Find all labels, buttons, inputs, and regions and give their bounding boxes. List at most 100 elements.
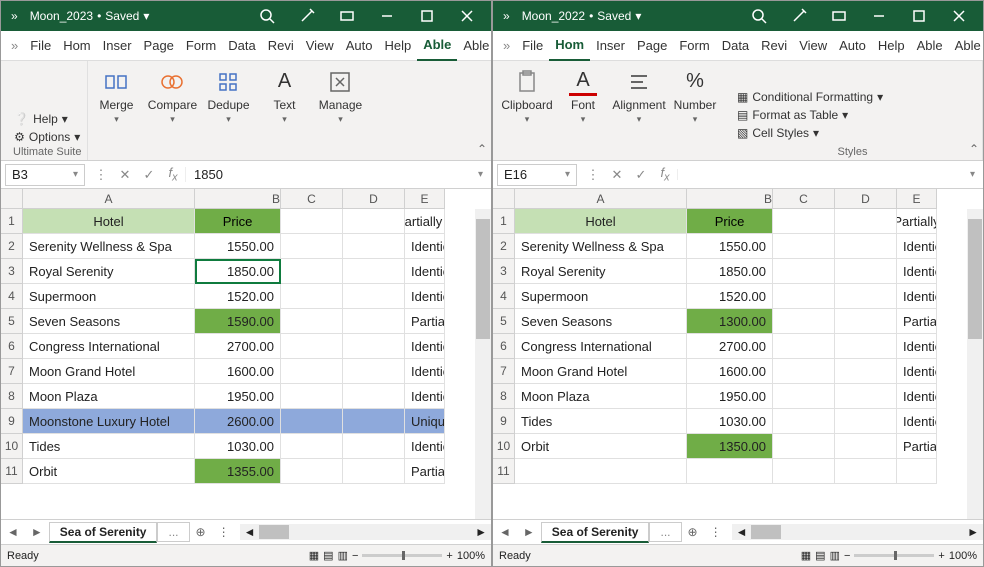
cell[interactable]: [773, 334, 835, 359]
cell[interactable]: [343, 409, 405, 434]
row-header[interactable]: 4: [493, 284, 515, 309]
cell[interactable]: Congress International: [23, 334, 195, 359]
cell[interactable]: [343, 384, 405, 409]
cell[interactable]: [773, 209, 835, 234]
cell[interactable]: [281, 309, 343, 334]
cell[interactable]: [773, 359, 835, 384]
doc-title[interactable]: Moon_2023 • Saved ▾: [24, 9, 156, 23]
cell[interactable]: 1850.00: [195, 259, 281, 284]
cell[interactable]: 1030.00: [195, 434, 281, 459]
cell[interactable]: 1850.00: [687, 259, 773, 284]
zoom-level[interactable]: 100%: [457, 550, 485, 562]
options-button[interactable]: ⚙Options ▾: [14, 130, 80, 144]
cell[interactable]: [897, 459, 937, 484]
cell[interactable]: 1550.00: [687, 234, 773, 259]
tab-file[interactable]: File: [516, 31, 549, 61]
cell[interactable]: Serenity Wellness & Spa: [515, 234, 687, 259]
cell[interactable]: Moon Plaza: [23, 384, 195, 409]
page-layout-icon[interactable]: ▤: [815, 549, 825, 562]
tab-ablebits2[interactable]: Able: [457, 31, 495, 61]
fx-icon[interactable]: fx: [653, 165, 677, 184]
cell[interactable]: Partially d: [405, 209, 445, 234]
col-header[interactable]: A: [23, 189, 195, 209]
cell[interactable]: 1550.00: [195, 234, 281, 259]
cell[interactable]: Identical: [897, 259, 937, 284]
cell[interactable]: Partially d: [897, 309, 937, 334]
cell[interactable]: Royal Serenity: [515, 259, 687, 284]
cell[interactable]: [281, 234, 343, 259]
manage-button[interactable]: Manage▾: [312, 61, 368, 131]
cell[interactable]: [773, 384, 835, 409]
alignment-button[interactable]: Alignment▾: [611, 61, 667, 131]
tab-insert[interactable]: Inser: [590, 31, 631, 61]
row-header[interactable]: 7: [493, 359, 515, 384]
cell[interactable]: Identical: [897, 409, 937, 434]
cell[interactable]: Supermoon: [23, 284, 195, 309]
cell[interactable]: [835, 409, 897, 434]
row-header[interactable]: 9: [493, 409, 515, 434]
cell[interactable]: Seven Seasons: [23, 309, 195, 334]
cell[interactable]: [687, 459, 773, 484]
formula-input[interactable]: ▾: [677, 169, 983, 180]
cell[interactable]: Partially d: [897, 434, 937, 459]
format-table-button[interactable]: ▤Format as Table ▾: [737, 108, 848, 122]
row-header[interactable]: 2: [1, 234, 23, 259]
cell[interactable]: [773, 434, 835, 459]
fx-icon[interactable]: fx: [161, 165, 185, 184]
cell[interactable]: [343, 309, 405, 334]
dedupe-button[interactable]: Dedupe▾: [200, 61, 256, 131]
tab-automate[interactable]: Auto: [833, 31, 872, 61]
select-all-corner[interactable]: [493, 189, 515, 209]
close-button[interactable]: [939, 1, 979, 31]
tab-view[interactable]: View: [300, 31, 340, 61]
cell[interactable]: Identical: [405, 359, 445, 384]
search-icon[interactable]: [739, 1, 779, 31]
cell[interactable]: Partially: [897, 209, 937, 234]
row-header[interactable]: 11: [1, 459, 23, 484]
cell[interactable]: [773, 284, 835, 309]
cell[interactable]: Congress International: [515, 334, 687, 359]
tab-page[interactable]: Page: [138, 31, 180, 61]
zoom-in-icon[interactable]: +: [938, 550, 944, 562]
cell[interactable]: [835, 259, 897, 284]
cell[interactable]: 1355.00: [195, 459, 281, 484]
close-button[interactable]: [447, 1, 487, 31]
cell[interactable]: 2700.00: [195, 334, 281, 359]
cell[interactable]: Supermoon: [515, 284, 687, 309]
cancel-icon[interactable]: ✕: [113, 167, 137, 183]
cell[interactable]: [835, 459, 897, 484]
page-break-icon[interactable]: ▥: [338, 549, 348, 562]
cell[interactable]: [281, 334, 343, 359]
cell[interactable]: 1520.00: [195, 284, 281, 309]
row-header[interactable]: 10: [493, 434, 515, 459]
tab-ablebits2[interactable]: Able: [949, 31, 984, 61]
sheet-nav-next[interactable]: ►: [25, 525, 49, 539]
number-button[interactable]: %Number▾: [667, 61, 723, 131]
header-cell[interactable]: Price: [687, 209, 773, 234]
cell[interactable]: Moon Plaza: [515, 384, 687, 409]
row-header[interactable]: 1: [493, 209, 515, 234]
cell[interactable]: [773, 234, 835, 259]
cell[interactable]: Moonstone Luxury Hotel: [23, 409, 195, 434]
formula-input[interactable]: 1850▾: [185, 167, 491, 182]
collapse-ribbon-icon[interactable]: ⌃: [477, 142, 487, 156]
cell[interactable]: [281, 409, 343, 434]
row-header[interactable]: 6: [493, 334, 515, 359]
col-header[interactable]: E: [405, 189, 445, 209]
zoom-level[interactable]: 100%: [949, 550, 977, 562]
mode-icon[interactable]: [819, 1, 859, 31]
col-header[interactable]: B: [195, 189, 281, 209]
sheet-nav-prev[interactable]: ◄: [1, 525, 25, 539]
col-header[interactable]: B: [687, 189, 773, 209]
chevron-right-icon[interactable]: »: [497, 38, 516, 53]
cell[interactable]: [835, 209, 897, 234]
maximize-button[interactable]: [899, 1, 939, 31]
header-cell[interactable]: Hotel: [515, 209, 687, 234]
cell[interactable]: Royal Serenity: [23, 259, 195, 284]
cell[interactable]: Identical: [897, 359, 937, 384]
row-header[interactable]: 6: [1, 334, 23, 359]
tab-file[interactable]: File: [24, 31, 57, 61]
minimize-button[interactable]: [859, 1, 899, 31]
row-header[interactable]: 7: [1, 359, 23, 384]
cell[interactable]: 1350.00: [687, 434, 773, 459]
